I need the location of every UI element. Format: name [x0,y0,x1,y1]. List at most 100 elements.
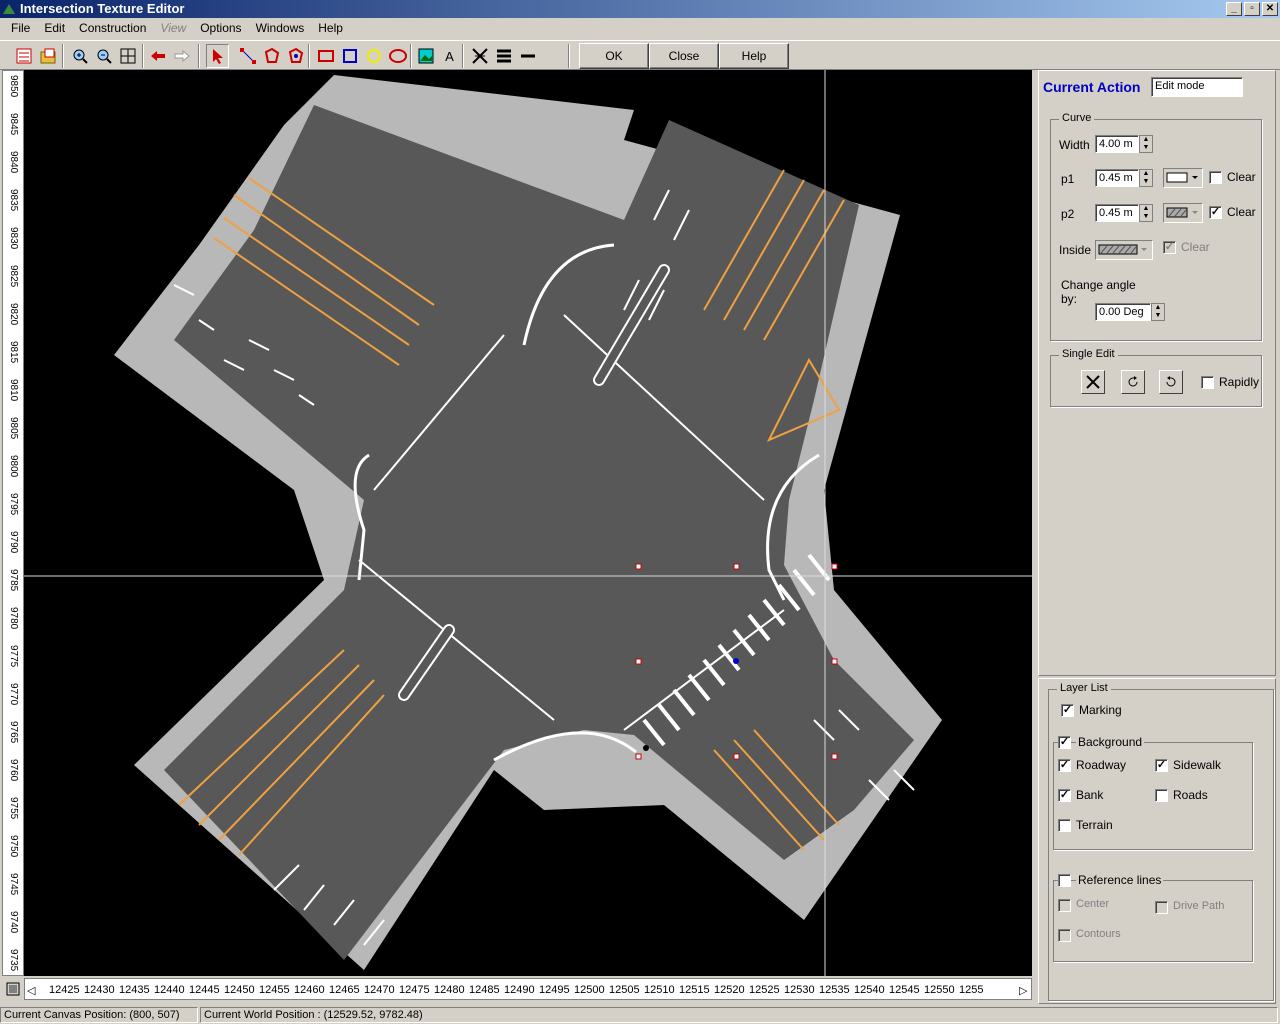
menu-help[interactable]: Help [311,21,350,35]
change-angle-by-label: by: [1061,292,1078,306]
layer-list-group: Layer List ✓ Marking ✓ Background ✓ Road… [1048,682,1274,1001]
inside-clear-checkbox[interactable]: ✓ [1163,241,1176,254]
angle-input[interactable]: 0.00 Deg [1095,303,1151,321]
terrain-checkbox[interactable] [1058,819,1071,832]
rotate-right-icon[interactable] [1159,370,1183,394]
rotate-left-icon[interactable] [1121,370,1145,394]
p2-style-select[interactable] [1163,203,1203,223]
rectangle-red-icon[interactable] [314,44,337,68]
vruler-label: 9765 [8,721,19,744]
center-checkbox[interactable] [1058,899,1071,912]
single-edit-group: Single Edit Rapidly [1050,348,1262,407]
anchor-point[interactable] [643,745,649,751]
zoom-in-icon[interactable] [68,44,91,68]
menu-windows[interactable]: Windows [249,21,312,35]
text-tool-icon[interactable]: A [438,44,461,68]
inside-style-select[interactable] [1095,240,1153,260]
open-folder-icon[interactable] [36,44,59,68]
vruler-label: 9850 [8,75,19,98]
layer-list-title: Layer List [1057,682,1111,694]
p1-input[interactable]: 0.45 m [1095,169,1139,187]
redo-arrow-icon[interactable] [170,44,193,68]
roadway-checkbox[interactable]: ✓ [1058,759,1071,772]
hruler-label: 12525 [749,984,780,996]
roadway-label: Roadway [1076,758,1127,772]
hruler-label: 1255 [959,984,984,996]
sidewalk-checkbox[interactable]: ✓ [1155,759,1168,772]
select-pointer-icon[interactable] [206,44,229,68]
menu-file[interactable]: File [4,21,37,35]
menu-construction[interactable]: Construction [72,21,153,35]
width-spinner[interactable]: ▲ ▼ [1139,135,1153,153]
drive-path-label: Drive Path [1173,900,1225,912]
p2-spinner[interactable]: ▲ ▼ [1139,204,1153,222]
circle-yellow-icon[interactable] [362,44,385,68]
menu-edit[interactable]: Edit [37,21,72,35]
scroll-left-icon[interactable]: ◁ [27,984,35,997]
hruler-label: 12510 [644,984,675,996]
angle-spinner[interactable]: ▲ ▼ [1151,303,1165,321]
title-bar: Intersection Texture Editor _ ▫ ✕ [0,0,1280,18]
polygon-edit-icon[interactable] [284,44,307,68]
image-icon[interactable] [414,44,437,68]
vruler-label: 9775 [8,645,19,668]
hruler-label: 12500 [574,984,605,996]
menu-options[interactable]: Options [193,21,248,35]
selected-point[interactable] [733,658,739,664]
square-blue-icon[interactable] [338,44,361,68]
vruler-label: 9830 [8,227,19,250]
background-checkbox[interactable]: ✓ [1058,736,1071,749]
scroll-right-icon[interactable]: ▷ [1019,984,1027,997]
zoom-out-icon[interactable] [92,44,115,68]
bank-checkbox[interactable]: ✓ [1058,789,1071,802]
drawing-canvas[interactable] [24,70,1032,976]
p2-label: p2 [1061,207,1075,221]
p1-label: p1 [1061,172,1075,186]
close-button[interactable]: Close [649,43,719,69]
ellipse-red-icon[interactable] [386,44,409,68]
help-button[interactable]: Help [719,43,789,69]
current-action-field[interactable]: Edit mode [1151,77,1243,97]
vruler-label: 9790 [8,531,19,554]
width-input[interactable]: 4.00 m [1095,135,1139,153]
properties-panel: Current Action Edit mode Curve Width 4.0… [1038,70,1276,676]
vruler-label: 9745 [8,873,19,896]
p2-clear-checkbox[interactable]: ✓ [1209,206,1222,219]
roads-checkbox[interactable] [1155,789,1168,802]
hruler-label: 12460 [294,984,325,996]
p2-input[interactable]: 0.45 m [1095,204,1139,222]
hruler-label: 12545 [889,984,920,996]
stripes-tool-icon[interactable] [492,44,515,68]
vruler-label: 9805 [8,417,19,440]
bank-label: Bank [1076,788,1104,802]
reference-lines-checkbox[interactable] [1058,874,1071,887]
line-tool-icon[interactable] [516,44,539,68]
vruler-label: 9795 [8,493,19,516]
hruler-label: 12485 [469,984,500,996]
delete-vertex-icon[interactable] [1081,370,1105,394]
rapidly-checkbox[interactable] [1201,376,1214,389]
contours-checkbox[interactable] [1058,929,1071,942]
p1-style-select[interactable] [1163,168,1203,188]
zoom-fit-icon[interactable] [116,44,139,68]
p1-clear-checkbox[interactable] [1209,171,1222,184]
close-window-button[interactable]: ✕ [1262,2,1278,16]
vruler-label: 9750 [8,835,19,858]
ruler-corner-icon [4,978,22,1000]
minimize-button[interactable]: _ [1226,2,1242,16]
vruler-label: 9760 [8,759,19,782]
ok-button[interactable]: OK [579,43,649,69]
p1-spinner[interactable]: ▲ ▼ [1139,169,1153,187]
undo-arrow-icon[interactable] [146,44,169,68]
maximize-button[interactable]: ▫ [1244,2,1260,16]
drive-path-checkbox[interactable] [1155,901,1168,914]
center-label: Center [1076,898,1110,910]
reference-lines-group: Reference lines Center Drive Path Contou… [1053,873,1253,962]
polygon-tool-icon[interactable] [260,44,283,68]
marking-checkbox[interactable]: ✓ [1061,704,1074,717]
curve-group: Curve Width 4.00 m ▲ ▼ p1 0.45 m ▲ ▼ Clear… [1050,112,1262,341]
crosswalk-tool-icon[interactable] [468,44,491,68]
new-document-icon[interactable] [12,44,35,68]
edit-vertex-icon[interactable] [236,44,259,68]
menu-view[interactable]: View [153,21,193,35]
